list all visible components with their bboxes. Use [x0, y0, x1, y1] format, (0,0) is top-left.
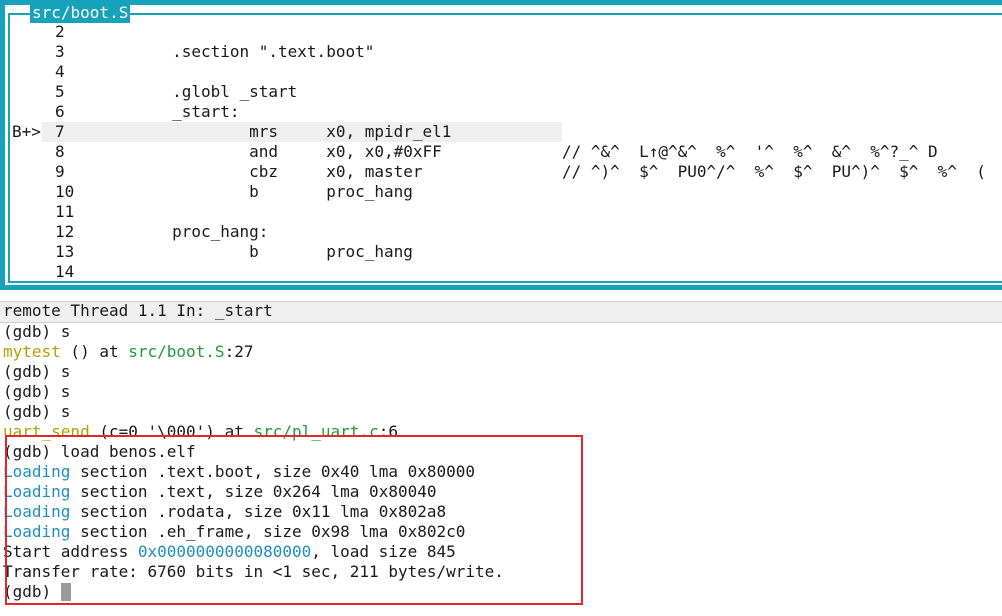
source-window: src/boot.S B+> 2 3 .section ".text.boot"…: [0, 0, 1002, 297]
console-line: (gdb) s: [3, 402, 71, 421]
console-line: (gdb) s: [3, 322, 71, 341]
disasm-garbage-text: // ^)^ $^ PU0^/^ %^ $^ PU^)^ $^ %^ (: [562, 162, 986, 181]
source-window-title: src/boot.S: [30, 3, 131, 23]
status-text: remote Thread 1.1 In: _start: [3, 301, 273, 320]
console-line: mytest () at src/boot.S:27: [3, 342, 254, 361]
console-line: (gdb) s: [3, 382, 71, 401]
console-line: (gdb) s: [3, 362, 71, 381]
breakpoint-marker: B+>: [12, 122, 41, 141]
highlight-box: [5, 435, 583, 605]
file-path: src/boot.S: [128, 342, 225, 361]
function-name: mytest: [3, 342, 61, 361]
disasm-garbage-text: // ^&^ L↑@^&^ %^ '^ %^ &^ %^?_^ D: [562, 142, 938, 161]
